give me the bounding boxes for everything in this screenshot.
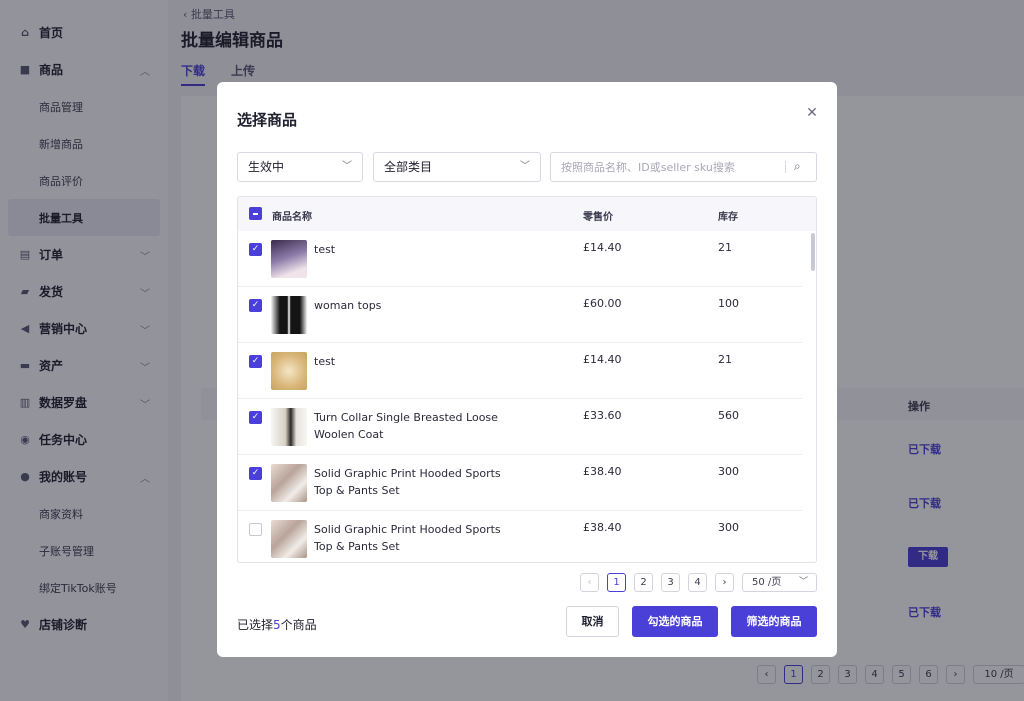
category-select[interactable]: 全部类目 ﹀ — [373, 152, 541, 182]
pager-next-button[interactable]: › — [715, 573, 734, 592]
product-stock: 300 — [718, 521, 739, 534]
product-stock: 21 — [718, 353, 732, 366]
product-thumbnail — [271, 464, 307, 502]
status-select[interactable]: 生效中 ﹀ — [237, 152, 363, 182]
product-price: £14.40 — [583, 241, 622, 254]
row-checkbox[interactable]: ✓ — [249, 411, 262, 424]
product-name: Turn Collar Single Breasted Loose Woolen… — [314, 411, 498, 441]
product-table: 商品名称 零售价 库存 ✓ test £14.40 21 ✓ woman top… — [237, 196, 817, 563]
row-checkbox[interactable]: ✓ — [249, 299, 262, 312]
product-thumbnail — [271, 520, 307, 558]
pager-page[interactable]: 4 — [688, 573, 707, 592]
search-box: ⌕ — [550, 152, 817, 182]
product-name: woman tops — [314, 299, 382, 312]
category-select-value: 全部类目 — [384, 160, 433, 174]
table-scrollbar[interactable] — [811, 233, 815, 271]
page-size-value: 50 /页 — [752, 577, 782, 588]
close-icon[interactable]: ✕ — [805, 106, 819, 120]
selected-count-text: 已选择5个商品 — [237, 618, 317, 632]
product-price: £38.40 — [583, 521, 622, 534]
table-row[interactable]: ✓ test £14.40 21 — [238, 231, 802, 287]
product-name: Solid Graphic Print Hooded Sports Top & … — [314, 467, 501, 497]
chevron-down-icon: ﹀ — [798, 577, 808, 587]
modal-title: 选择商品 — [237, 111, 298, 129]
pagination: ‹ 1 2 3 4 › 50 /页 ﹀ — [580, 573, 817, 592]
column-header-name: 商品名称 — [272, 212, 312, 223]
table-header: 商品名称 零售价 库存 — [238, 197, 816, 231]
product-price: £38.40 — [583, 465, 622, 478]
pager-prev-button[interactable]: ‹ — [580, 573, 599, 592]
page-size-select[interactable]: 50 /页 ﹀ — [742, 573, 817, 592]
product-stock: 300 — [718, 465, 739, 478]
search-input[interactable] — [551, 153, 771, 181]
product-price: £33.60 — [583, 409, 622, 422]
search-icon[interactable]: ⌕ — [794, 159, 801, 174]
divider — [785, 161, 786, 173]
row-checkbox[interactable]: ✓ — [249, 467, 262, 480]
table-row[interactable]: ✓ Turn Collar Single Breasted Loose Wool… — [238, 399, 802, 455]
pager-page[interactable]: 2 — [634, 573, 653, 592]
table-row[interactable]: Solid Graphic Print Hooded Sports Top & … — [238, 511, 802, 562]
pager-page[interactable]: 3 — [661, 573, 680, 592]
selected-count-number: 5 — [273, 618, 281, 632]
row-checkbox[interactable]: ✓ — [249, 243, 262, 256]
product-thumbnail — [271, 296, 307, 334]
product-stock: 560 — [718, 409, 739, 422]
product-thumbnail — [271, 240, 307, 278]
confirm-filtered-products-button[interactable]: 筛选的商品 — [731, 606, 817, 637]
product-name: test — [314, 243, 336, 256]
select-all-checkbox[interactable] — [249, 207, 262, 220]
chevron-down-icon: ﹀ — [342, 161, 352, 172]
product-name: test — [314, 355, 336, 368]
select-products-modal: 选择商品 ✕ 生效中 ﹀ 全部类目 ﹀ ⌕ 商品名称 零售价 库存 ✓ test… — [217, 82, 837, 657]
chevron-down-icon: ﹀ — [520, 161, 530, 172]
pager-page[interactable]: 1 — [607, 573, 626, 592]
cancel-button[interactable]: 取消 — [566, 606, 619, 637]
table-row[interactable]: ✓ Solid Graphic Print Hooded Sports Top … — [238, 455, 802, 511]
column-header-stock: 库存 — [718, 212, 738, 223]
confirm-checked-products-button[interactable]: 勾选的商品 — [632, 606, 718, 637]
product-stock: 100 — [718, 297, 739, 310]
row-checkbox[interactable]: ✓ — [249, 355, 262, 368]
row-checkbox[interactable] — [249, 523, 262, 536]
product-price: £60.00 — [583, 297, 622, 310]
table-row[interactable]: ✓ woman tops £60.00 100 — [238, 287, 802, 343]
table-row[interactable]: ✓ test £14.40 21 — [238, 343, 802, 399]
product-thumbnail — [271, 352, 307, 390]
product-name: Solid Graphic Print Hooded Sports Top & … — [314, 523, 501, 553]
column-header-price: 零售价 — [583, 212, 613, 223]
product-thumbnail — [271, 408, 307, 446]
status-select-value: 生效中 — [248, 160, 285, 174]
product-stock: 21 — [718, 241, 732, 254]
product-price: £14.40 — [583, 353, 622, 366]
